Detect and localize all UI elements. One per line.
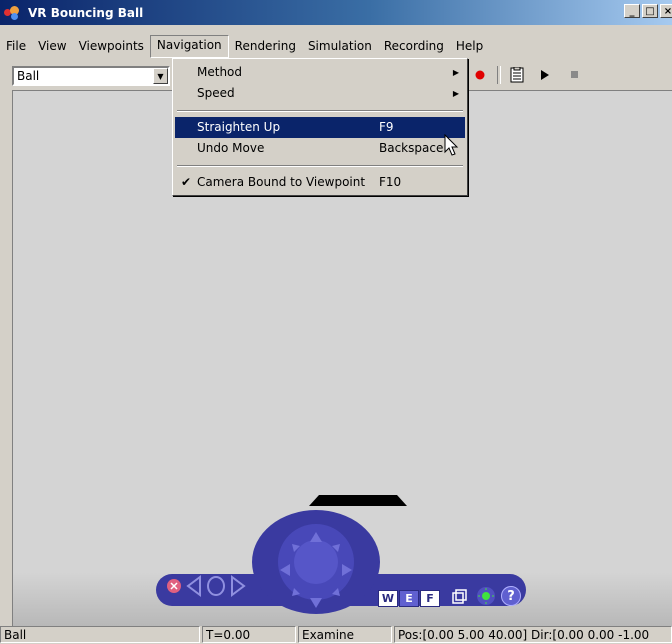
status-mode: Examine <box>298 626 392 643</box>
menu-viewpoints[interactable]: Viewpoints <box>73 36 150 57</box>
status-viewpoint: Ball <box>0 626 200 643</box>
menu-item-speed[interactable]: Speed ▶ <box>175 83 465 104</box>
minimize-button[interactable]: _ <box>624 4 640 18</box>
status-position: Pos:[0.00 5.00 40.00] Dir:[0.00 0.00 -1.… <box>394 626 672 643</box>
menu-item-method[interactable]: Method ▶ <box>175 62 465 83</box>
menu-navigation[interactable]: Navigation <box>149 35 229 58</box>
fly-mode-button[interactable]: F <box>420 590 440 607</box>
menu-view[interactable]: View <box>32 36 72 57</box>
menu-item-straighten-up-label: Straighten Up <box>197 120 281 134</box>
menu-separator <box>177 165 463 167</box>
direction-pad-icon[interactable] <box>278 530 354 610</box>
viewpoint-select-value: Ball <box>17 69 40 83</box>
chevron-down-icon[interactable]: ▼ <box>153 68 168 84</box>
menu-rendering[interactable]: Rendering <box>229 36 302 57</box>
menu-bar: File View Viewpoints Navigation Renderin… <box>0 35 672 58</box>
menu-item-speed-label: Speed <box>197 86 235 100</box>
status-time: T=0.00 <box>202 626 296 643</box>
menu-item-camera-bound-label: Camera Bound to Viewpoint <box>197 175 366 189</box>
play-icon[interactable] <box>538 66 552 84</box>
menu-recording[interactable]: Recording <box>378 36 450 57</box>
navigation-menu: Method ▶ Speed ▶ Straighten Up F9 Undo M… <box>172 58 468 196</box>
recording-settings-icon[interactable] <box>507 66 527 84</box>
stop-icon[interactable] <box>568 66 582 84</box>
submenu-arrow-icon: ▶ <box>452 89 459 98</box>
maximize-button[interactable]: □ <box>642 4 658 18</box>
menu-item-undo-move-label: Undo Move <box>197 141 265 155</box>
viewpoint-list-icon[interactable] <box>450 588 468 606</box>
menu-item-straighten-up-shortcut: F9 <box>379 120 394 134</box>
menu-item-camera-bound-shortcut: F10 <box>379 175 402 189</box>
menu-separator <box>177 110 463 112</box>
examine-mode-button[interactable]: E <box>399 590 419 607</box>
mouse-cursor-icon <box>444 134 459 156</box>
help-button[interactable]: ? <box>501 586 521 606</box>
menu-item-straighten-up[interactable]: Straighten Up F9 <box>175 117 465 138</box>
status-bar: Ball T=0.00 Examine Pos:[0.00 5.00 40.00… <box>0 625 672 644</box>
viewpoint-select[interactable]: Ball ▼ <box>12 66 170 86</box>
title-bar: VR Bouncing Ball _ □ × <box>0 0 672 25</box>
menu-item-undo-move[interactable]: Undo Move Backspace <box>175 138 465 159</box>
menu-simulation[interactable]: Simulation <box>302 36 378 57</box>
menu-item-undo-move-shortcut: Backspace <box>379 141 444 155</box>
menu-file[interactable]: File <box>0 36 32 57</box>
window-title: VR Bouncing Ball <box>28 5 144 20</box>
close-button[interactable]: × <box>660 4 672 18</box>
rotate-arrows-icon[interactable] <box>186 575 246 597</box>
record-icon[interactable] <box>472 66 488 84</box>
submenu-arrow-icon: ▶ <box>452 68 459 77</box>
menu-item-camera-bound[interactable]: ✔ Camera Bound to Viewpoint F10 <box>175 172 465 193</box>
close-nav-icon[interactable] <box>166 578 182 594</box>
headlight-icon[interactable] <box>476 586 496 606</box>
app-icon <box>4 5 22 21</box>
walk-mode-button[interactable]: W <box>378 590 398 607</box>
menu-help[interactable]: Help <box>450 36 489 57</box>
menu-item-method-label: Method <box>197 65 243 79</box>
toolbar-separator <box>497 66 501 84</box>
checkmark-icon: ✔ <box>181 175 192 189</box>
